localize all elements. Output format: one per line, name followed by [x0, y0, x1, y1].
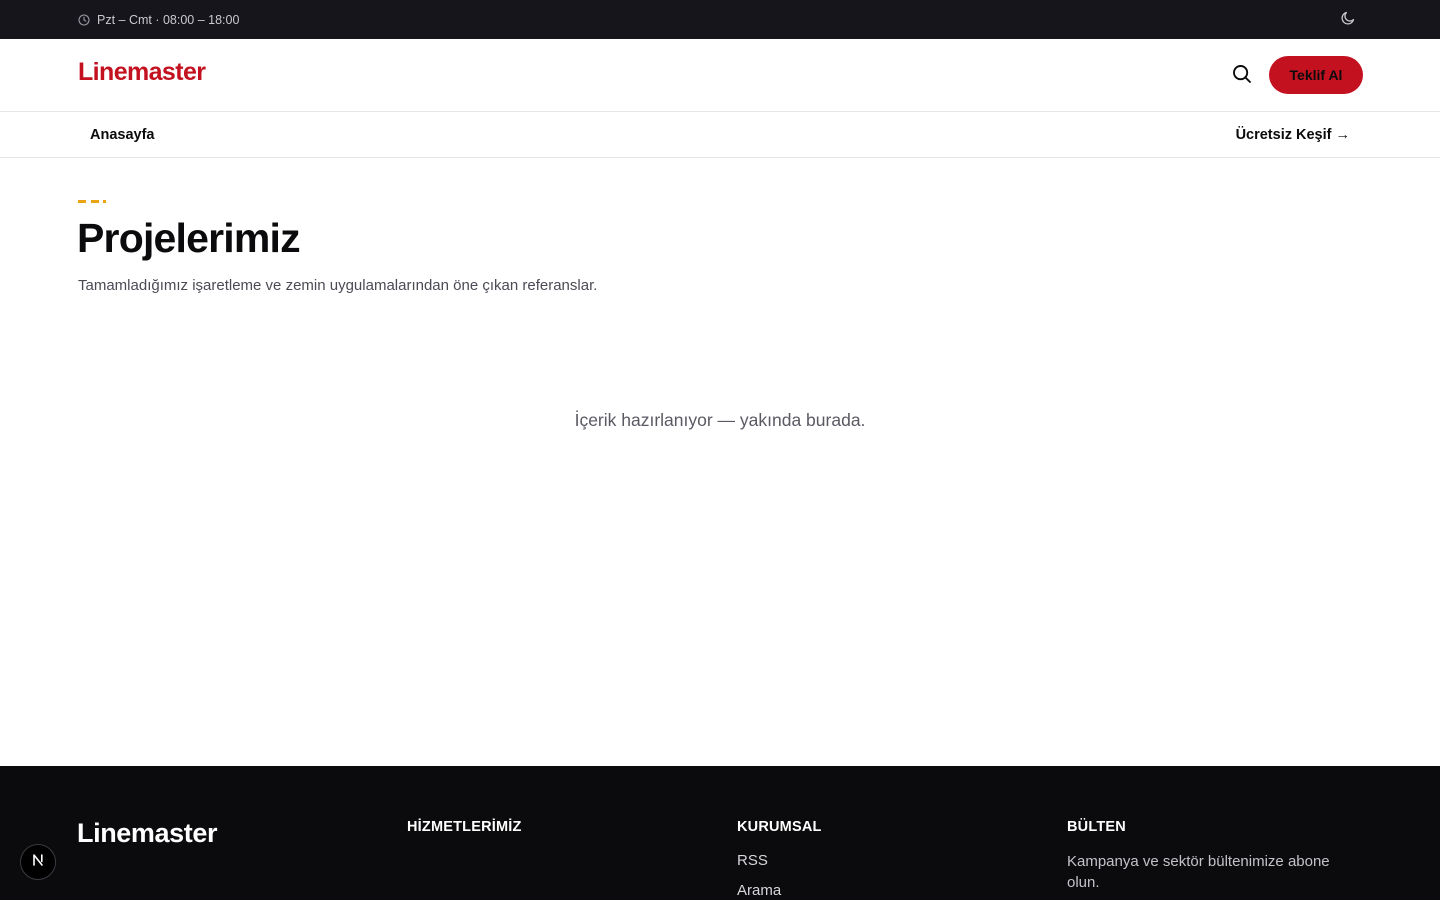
main-navigation: Anasayfa Ücretsiz Keşif → — [0, 112, 1440, 158]
nav-item-home[interactable]: Anasayfa — [90, 112, 154, 157]
page-title: Projelerimiz — [77, 215, 301, 261]
theme-toggle-button[interactable] — [1338, 10, 1358, 30]
site-header: Linemaster Teklif Al — [0, 39, 1440, 112]
clock-icon — [78, 13, 90, 26]
empty-state-message: İçerik hazırlanıyor — yakında burada. — [574, 410, 866, 430]
quote-request-button[interactable]: Teklif Al — [1269, 56, 1363, 94]
footer-link-rss[interactable]: RSS — [737, 852, 768, 869]
search-icon — [1232, 64, 1252, 89]
site-logo[interactable]: Linemaster — [78, 58, 206, 87]
business-hours-text: Pzt – Cmt · 08:00 – 18:00 — [97, 12, 240, 27]
footer-heading-newsletter: BÜLTEN — [1067, 819, 1126, 835]
footer-logo[interactable]: Linemaster — [77, 818, 217, 849]
moon-icon — [1340, 10, 1356, 31]
business-hours: Pzt – Cmt · 08:00 – 18:00 — [78, 0, 239, 39]
dev-tools-badge[interactable] — [20, 844, 56, 880]
page-subtitle: Tamamladığımız işaretleme ve zemin uygul… — [78, 277, 598, 294]
search-button[interactable] — [1229, 63, 1255, 89]
free-discovery-link[interactable]: Ücretsiz Keşif → — [1236, 112, 1350, 157]
nextjs-icon — [31, 853, 45, 872]
top-bar: Pzt – Cmt · 08:00 – 18:00 — [0, 0, 1440, 39]
footer-link-search[interactable]: Arama — [737, 882, 781, 899]
section-accent-dashes — [78, 200, 106, 203]
footer-heading-corporate: KURUMSAL — [737, 819, 822, 835]
site-footer: Linemaster HİZMETLERİMİZ KURUMSAL RSS Ar… — [0, 766, 1440, 900]
footer-heading-services: HİZMETLERİMİZ — [407, 819, 522, 835]
newsletter-description: Kampanya ve sektör bültenimize abone olu… — [1067, 853, 1330, 891]
